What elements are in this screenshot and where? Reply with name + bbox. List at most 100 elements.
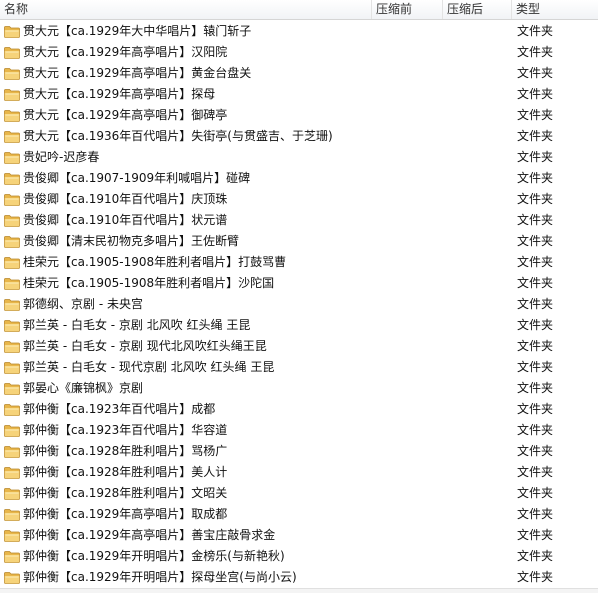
list-item[interactable]: 郭仲衡【ca.1928年胜利唱片】文昭关 文件夹 [0,483,598,504]
item-name: 贵俊卿【ca.1907-1909年利喊唱片】碰碑 [23,171,251,185]
item-name: 贯大元【ca.1929年大中华唱片】辕门斩子 [23,24,252,38]
folder-icon [4,340,20,353]
item-type: 文件夹 [517,528,554,542]
folder-icon [4,487,20,500]
item-type: 文件夹 [517,570,554,584]
column-header-type[interactable]: 类型 [512,0,598,19]
list-item[interactable]: 郭仲衡【ca.1929年开明唱片】探母坐宫(与尚小云) 文件夹 [0,567,598,588]
item-name: 贯大元【ca.1929年高亭唱片】探母 [23,87,216,101]
list-item[interactable]: 桂荣元【ca.1905-1908年胜利者唱片】打鼓骂曹 文件夹 [0,252,598,273]
item-name: 贯大元【ca.1929年高亭唱片】汉阳院 [23,45,228,59]
folder-icon [4,298,20,311]
item-name: 贯大元【ca.1936年百代唱片】失街亭(与贯盛吉、于芝珊) [23,129,333,143]
list-item[interactable]: 郭兰英 - 白毛女 - 现代京剧 北风吹 红头绳 王昆 文件夹 [0,357,598,378]
item-type: 文件夹 [517,234,554,248]
item-type: 文件夹 [517,423,554,437]
item-type: 文件夹 [517,318,554,332]
item-name: 郭仲衡【ca.1929年开明唱片】金榜乐(与新艳秋) [23,549,285,563]
item-name: 郭兰英 - 白毛女 - 现代京剧 北风吹 红头绳 王昆 [23,360,275,374]
column-header-name[interactable]: 名称 [0,0,372,19]
list-item[interactable]: 郭仲衡【ca.1928年胜利唱片】美人计 文件夹 [0,462,598,483]
folder-icon [4,277,20,290]
folder-icon [4,403,20,416]
list-item[interactable]: 贯大元【ca.1929年高亭唱片】黄金台盘关 文件夹 [0,63,598,84]
list-item[interactable]: 郭仲衡【ca.1929年高亭唱片】善宝庄敲骨求金 文件夹 [0,525,598,546]
item-name: 桂荣元【ca.1905-1908年胜利者唱片】打鼓骂曹 [23,255,287,269]
list-item[interactable]: 郭德纲、京剧 - 未央宫 文件夹 [0,294,598,315]
folder-icon [4,109,20,122]
folder-icon [4,214,20,227]
item-type: 文件夹 [517,255,554,269]
item-type: 文件夹 [517,66,554,80]
list-item[interactable]: 桂荣元【ca.1905-1908年胜利者唱片】沙陀国 文件夹 [0,273,598,294]
item-name: 贯大元【ca.1929年高亭唱片】黄金台盘关 [23,66,252,80]
list-item[interactable]: 郭仲衡【ca.1929年开明唱片】金榜乐(与新艳秋) 文件夹 [0,546,598,567]
item-type: 文件夹 [517,129,554,143]
item-type: 文件夹 [517,150,554,164]
folder-icon [4,193,20,206]
item-name: 贵俊卿【ca.1910年百代唱片】庆顶珠 [23,192,228,206]
folder-icon [4,130,20,143]
folder-icon [4,67,20,80]
folder-icon [4,466,20,479]
item-name: 郭仲衡【ca.1923年百代唱片】华容道 [23,423,228,437]
list-item[interactable]: 郭仲衡【ca.1928年胜利唱片】骂杨广 文件夹 [0,441,598,462]
list-item[interactable]: 郭仲衡【ca.1923年百代唱片】华容道 文件夹 [0,420,598,441]
item-type: 文件夹 [517,171,554,185]
item-type: 文件夹 [517,45,554,59]
list-item[interactable]: 贵俊卿【清末民初物克多唱片】王佐断臂 文件夹 [0,231,598,252]
item-type: 文件夹 [517,444,554,458]
list-item[interactable]: 郭兰英 - 白毛女 - 京剧 北风吹 红头绳 王昆 文件夹 [0,315,598,336]
list-item[interactable]: 贯大元【ca.1929年高亭唱片】御碑亭 文件夹 [0,105,598,126]
list-item[interactable]: 郭仲衡【ca.1923年百代唱片】成都 文件夹 [0,399,598,420]
item-type: 文件夹 [517,402,554,416]
list-item[interactable]: 贵俊卿【ca.1907-1909年利喊唱片】碰碑 文件夹 [0,168,598,189]
item-name: 郭仲衡【ca.1928年胜利唱片】骂杨广 [23,444,228,458]
item-name: 郭仲衡【ca.1923年百代唱片】成都 [23,402,216,416]
item-name: 郭仲衡【ca.1928年胜利唱片】美人计 [23,465,228,479]
list-item[interactable]: 贯大元【ca.1929年高亭唱片】探母 文件夹 [0,84,598,105]
folder-icon [4,151,20,164]
item-name: 郭晏心《廉锦枫》京剧 [23,381,144,395]
folder-icon [4,529,20,542]
folder-icon [4,235,20,248]
item-type: 文件夹 [517,339,554,353]
item-type: 文件夹 [517,276,554,290]
column-header-uncompressed[interactable]: 压缩后 [443,0,512,19]
item-name: 郭兰英 - 白毛女 - 京剧 现代北风吹红头绳王昆 [23,339,267,353]
item-name: 贵妃吟-迟彦春 [23,150,100,164]
list-item[interactable]: 郭兰英 - 白毛女 - 京剧 现代北风吹红头绳王昆 文件夹 [0,336,598,357]
item-type: 文件夹 [517,549,554,563]
folder-icon [4,361,20,374]
list-item[interactable]: 贯大元【ca.1936年百代唱片】失街亭(与贯盛吉、于芝珊) 文件夹 [0,126,598,147]
item-name: 贵俊卿【ca.1910年百代唱片】状元谱 [23,213,228,227]
folder-icon [4,424,20,437]
column-header-compressed[interactable]: 压缩前 [372,0,443,19]
horizontal-scrollbar[interactable] [0,588,598,593]
item-name: 郭仲衡【ca.1929年开明唱片】探母坐宫(与尚小云) [23,570,297,584]
item-name: 郭德纲、京剧 - 未央宫 [23,297,143,311]
item-type: 文件夹 [517,87,554,101]
list-item[interactable]: 贯大元【ca.1929年大中华唱片】辕门斩子 文件夹 [0,21,598,42]
folder-icon [4,46,20,59]
item-name: 郭仲衡【ca.1929年高亭唱片】取成都 [23,507,228,521]
item-name: 郭仲衡【ca.1929年高亭唱片】善宝庄敲骨求金 [23,528,276,542]
item-name: 郭兰英 - 白毛女 - 京剧 北风吹 红头绳 王昆 [23,318,251,332]
list-item[interactable]: 贵妃吟-迟彦春 文件夹 [0,147,598,168]
folder-icon [4,319,20,332]
list-item[interactable]: 郭仲衡【ca.1929年高亭唱片】取成都 文件夹 [0,504,598,525]
folder-icon [4,508,20,521]
item-type: 文件夹 [517,360,554,374]
folder-icon [4,256,20,269]
list-item[interactable]: 贵俊卿【ca.1910年百代唱片】状元谱 文件夹 [0,210,598,231]
list-item[interactable]: 郭晏心《廉锦枫》京剧 文件夹 [0,378,598,399]
list-item[interactable]: 贵俊卿【ca.1910年百代唱片】庆顶珠 文件夹 [0,189,598,210]
list-item[interactable]: 贯大元【ca.1929年高亭唱片】汉阳院 文件夹 [0,42,598,63]
item-type: 文件夹 [517,213,554,227]
folder-icon [4,445,20,458]
item-name: 桂荣元【ca.1905-1908年胜利者唱片】沙陀国 [23,276,275,290]
file-list: 贯大元【ca.1929年大中华唱片】辕门斩子 文件夹 贯大元【ca.1929年高亭唱… [0,21,598,588]
item-type: 文件夹 [517,486,554,500]
folder-icon [4,571,20,584]
item-type: 文件夹 [517,297,554,311]
